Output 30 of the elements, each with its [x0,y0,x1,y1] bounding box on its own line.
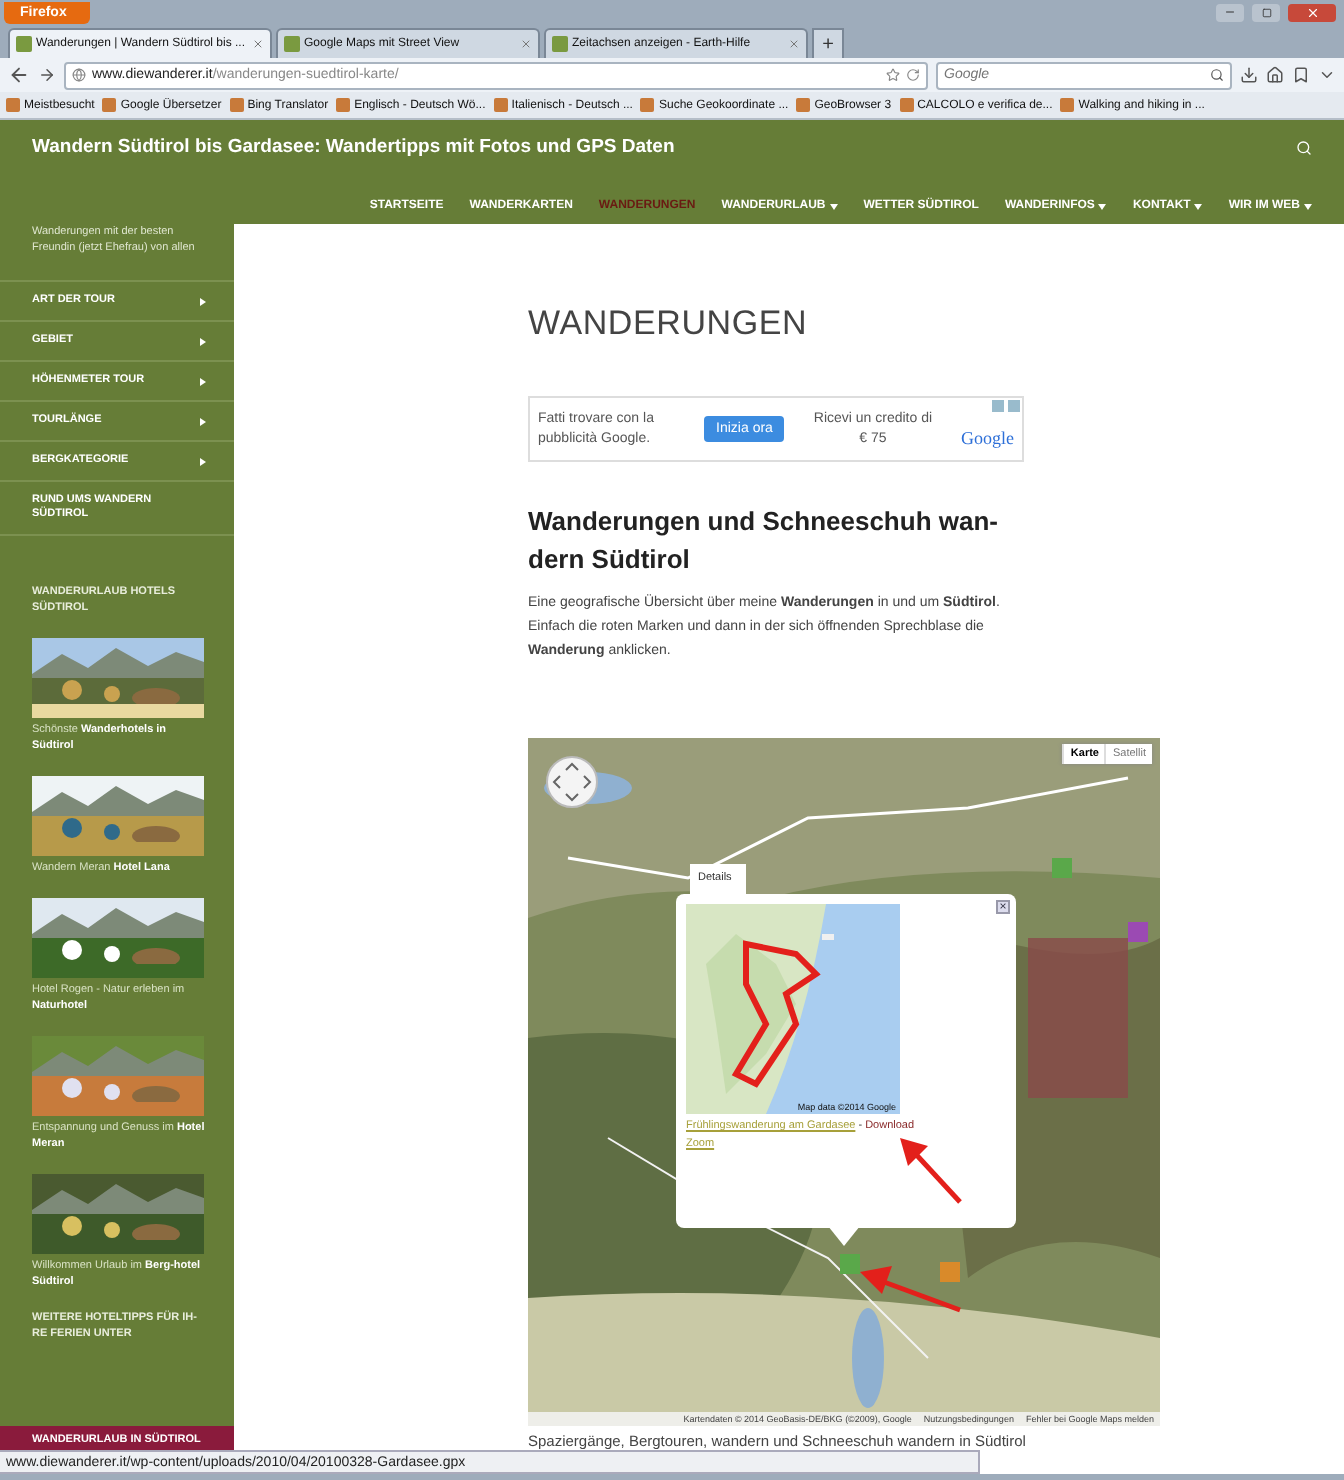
google-logo: Google [961,427,1014,447]
page-heading: WANDERUNGEN [528,304,810,344]
minimize-button[interactable] [1216,3,1244,21]
arrow-icon [856,1262,964,1314]
search-icon[interactable] [1210,68,1224,82]
popup-pointer-icon [828,1226,860,1246]
maximize-button[interactable] [1252,3,1280,21]
close-icon[interactable] [252,38,264,50]
pan-control-icon[interactable] [546,756,598,808]
download-icon[interactable] [1240,66,1258,84]
menu-icon[interactable] [1318,66,1336,84]
new-tab-button[interactable]: + [812,28,844,58]
forward-icon[interactable] [38,66,56,84]
close-icon [1305,5,1319,19]
favicon-icon [552,36,568,52]
star-icon[interactable] [886,68,900,82]
site-title[interactable]: Wandern Südtirol bis Gardasee: Wandertipps mit Fotos und GPS Daten [32,136,675,158]
minimize-icon [1224,6,1236,18]
bookmark-icon[interactable] [1292,66,1310,84]
globe-icon [72,68,86,82]
favicon-icon [284,36,300,52]
reload-icon[interactable] [906,68,920,82]
maximize-icon [1261,7,1271,17]
favicon-icon [16,36,32,52]
section-heading: Wanderungen und Schneeschuh wan-dern Südtirol [528,504,1000,578]
back-icon[interactable] [8,64,30,86]
close-icon[interactable] [520,38,532,50]
arrow-icon [896,1134,964,1206]
home-icon[interactable] [1266,66,1284,84]
close-icon[interactable] [788,38,800,50]
